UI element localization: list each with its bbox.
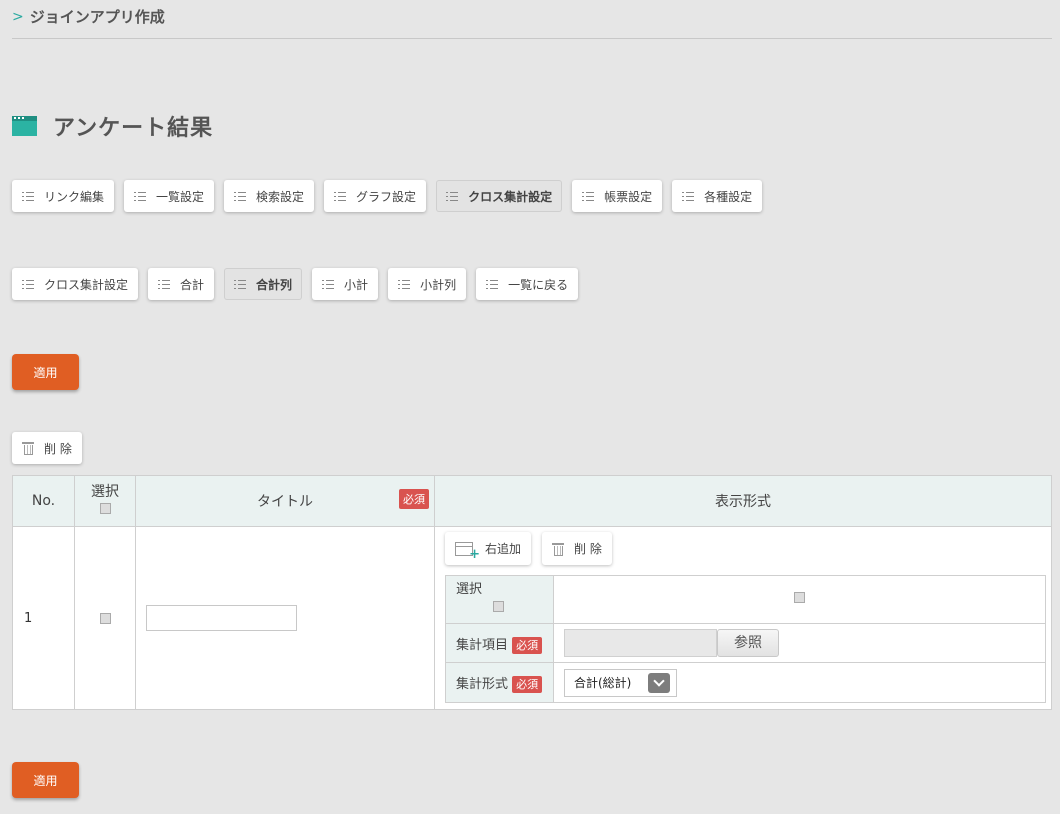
inner-select-label-cell: 選択 (445, 575, 554, 624)
settings-tabs: リンク編集 一覧設定 検索設定 グラフ設定 クロス集計設定 帳票設定 各種設定 (12, 180, 763, 212)
row-number: 1 (12, 526, 75, 710)
list-icon (322, 279, 335, 289)
total-column-table: No. 選択 タイトル 必須 表示形式 1 + 右追加 削 除 選択 集計項目 … (12, 475, 1052, 710)
settings-tab-1[interactable]: 一覧設定 (124, 180, 215, 212)
subsettings-tab-5[interactable]: 一覧に戻る (476, 268, 579, 300)
settings-tab-label: 検索設定 (256, 189, 305, 204)
cross-tab-subtabs: クロス集計設定 合計 合計列 小計 小計列 一覧に戻る (12, 268, 579, 300)
settings-tab-label: 帳票設定 (604, 189, 653, 204)
list-icon (22, 279, 34, 289)
col-title-header: タイトル 必須 (135, 475, 435, 527)
settings-tab-0[interactable]: リンク編集 (12, 180, 115, 212)
subsettings-tab-2[interactable]: 合計列 (224, 268, 303, 300)
format-label: 集計形式 (456, 677, 509, 692)
subsettings-tab-label: 合計列 (256, 277, 293, 292)
column-delete-button[interactable]: 削 除 (542, 532, 612, 565)
title-cell (135, 526, 435, 710)
settings-tab-3[interactable]: グラフ設定 (324, 180, 427, 212)
delete-button[interactable]: 削 除 (12, 432, 82, 464)
add-right-button[interactable]: 右追加 (445, 532, 532, 565)
list-icon (682, 191, 695, 201)
subsettings-tab-label: クロス集計設定 (44, 277, 129, 292)
settings-tab-4[interactable]: クロス集計設定 (436, 180, 563, 212)
inner-select-cell (553, 575, 1046, 624)
aggregate-format-select[interactable]: 合計(総計) (564, 668, 677, 697)
format-value-cell: 合計(総計) (553, 662, 1046, 703)
list-icon (134, 191, 147, 201)
settings-tab-6[interactable]: 各種設定 (672, 180, 763, 212)
add-right-label: 右追加 (485, 542, 522, 556)
settings-tab-label: クロス集計設定 (468, 189, 553, 204)
col-no-header: No. (12, 475, 75, 527)
settings-tab-2[interactable]: 検索設定 (224, 180, 315, 212)
subsettings-tab-label: 小計 (344, 277, 369, 292)
col-title-label: タイトル (257, 494, 313, 510)
col-select-header: 選択 (74, 475, 136, 527)
required-badge: 必須 (512, 676, 543, 693)
subsettings-tab-label: 一覧に戻る (508, 277, 569, 292)
subsettings-tab-1[interactable]: 合計 (148, 268, 215, 300)
breadcrumb-label: ジョインアプリ作成 (29, 8, 165, 26)
item-label: 集計項目 (456, 637, 509, 653)
trash-icon (22, 441, 34, 455)
list-icon (158, 279, 171, 289)
col-display-header: 表示形式 (434, 475, 1052, 527)
page-header: アンケート結果 (12, 110, 213, 142)
divider (12, 38, 1052, 39)
chevron-down-icon (648, 672, 670, 693)
table-row: 1 右追加 削 除 (12, 526, 1052, 710)
apply-button[interactable]: 適用 (12, 354, 79, 390)
aggregate-item-field[interactable] (564, 629, 717, 657)
delete-label: 削 除 (44, 441, 72, 456)
list-icon (334, 191, 347, 201)
trash-icon (552, 542, 565, 556)
list-icon (234, 191, 247, 201)
inner-select-all-checkbox[interactable] (493, 600, 504, 612)
col-select-label: 選択 (91, 483, 119, 500)
settings-tab-label: 一覧設定 (156, 189, 205, 204)
subsettings-tab-4[interactable]: 小計列 (388, 268, 467, 300)
display-format-cell: 右追加 削 除 選択 (434, 526, 1052, 710)
list-icon (446, 191, 459, 201)
title-input[interactable] (146, 605, 297, 631)
select-all-checkbox[interactable] (99, 503, 111, 514)
required-badge: 必須 (512, 636, 543, 654)
format-settings-table: 選択 集計項目 必須 参照 集計形式 必須 合計(総計) (445, 575, 1046, 703)
browse-button[interactable]: 参照 (717, 629, 779, 657)
chevron-right-icon: > (12, 8, 24, 25)
row-checkbox[interactable] (99, 612, 111, 624)
subsettings-tab-0[interactable]: クロス集計設定 (12, 268, 139, 300)
required-badge: 必須 (399, 489, 429, 509)
page-title: アンケート結果 (53, 116, 214, 141)
settings-tab-5[interactable]: 帳票設定 (572, 180, 663, 212)
list-icon (486, 279, 499, 289)
list-icon (22, 191, 34, 201)
aggregate-format-value: 合計(総計) (574, 676, 632, 690)
window-icon (12, 116, 37, 136)
item-label-cell: 集計項目 必須 (445, 623, 554, 663)
list-icon (234, 279, 247, 289)
settings-tab-label: 各種設定 (704, 189, 753, 204)
inner-select-label: 選択 (456, 582, 483, 598)
apply-button-bottom[interactable]: 適用 (12, 762, 79, 798)
subsettings-tab-label: 小計列 (420, 277, 457, 292)
list-icon (582, 191, 595, 201)
add-column-icon (455, 541, 480, 562)
column-delete-label: 削 除 (574, 542, 602, 556)
settings-tab-label: グラフ設定 (356, 189, 417, 204)
format-label-cell: 集計形式 必須 (445, 662, 554, 703)
subsettings-tab-3[interactable]: 小計 (312, 268, 379, 300)
row-select-cell (74, 526, 136, 710)
settings-tab-label: リンク編集 (44, 189, 105, 204)
breadcrumb[interactable]: > ジョインアプリ作成 (12, 6, 165, 27)
column-select-checkbox[interactable] (794, 592, 805, 603)
item-value-cell: 参照 (553, 623, 1046, 663)
list-icon (398, 279, 411, 289)
subsettings-tab-label: 合計 (180, 277, 205, 292)
